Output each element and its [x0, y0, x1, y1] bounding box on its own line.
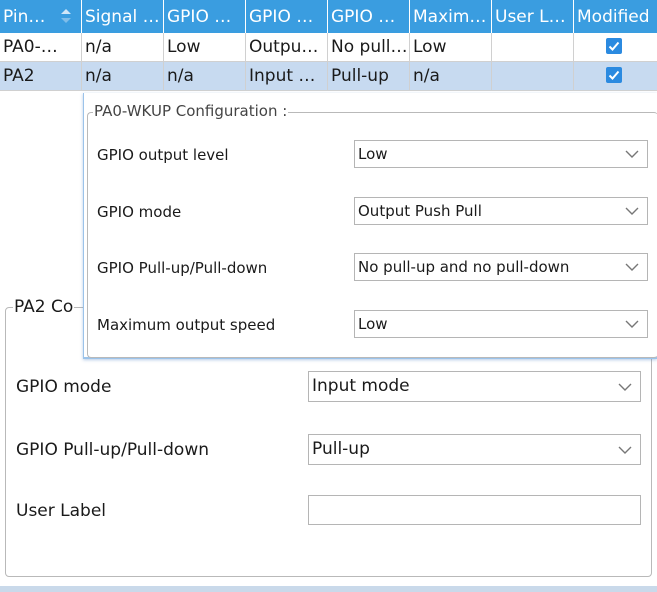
pa2-gpio-pull-select[interactable]: Pull-up — [308, 434, 641, 465]
checkmark-icon — [608, 70, 620, 80]
cell-gpio-level: n/a — [164, 62, 246, 91]
max-output-speed-select[interactable]: Low — [354, 310, 648, 338]
select-value: Output Push Pull — [358, 202, 482, 220]
select-value: Low — [358, 315, 388, 333]
column-header-label: Signal … — [85, 7, 160, 27]
pa2-gpio-pull-label: GPIO Pull-up/Pull-down — [16, 440, 210, 460]
gpio-output-level-select[interactable]: Low — [354, 140, 648, 168]
column-header-signal[interactable]: Signal … — [82, 0, 164, 33]
cell-signal: n/a — [82, 33, 164, 62]
column-header-label: Pin… — [3, 7, 46, 27]
pa2-configuration-title: PA2 Co — [13, 297, 75, 317]
column-header-max-speed[interactable]: Maxim… — [410, 0, 492, 33]
cell-gpio-level: Low — [164, 33, 246, 62]
column-header-label: User L… — [495, 7, 566, 27]
cell-signal: n/a — [82, 62, 164, 91]
chevron-down-icon — [618, 446, 632, 454]
cell-gpio-mode: Input … — [246, 62, 328, 91]
cell-pin: PA2 — [0, 62, 82, 91]
column-header-gpio-level[interactable]: GPIO … — [164, 0, 246, 33]
pa2-user-label-label: User Label — [16, 501, 107, 521]
max-output-speed-label: Maximum output speed — [97, 316, 276, 334]
column-header-user-label[interactable]: User L… — [492, 0, 574, 33]
column-header-label: Modified — [577, 7, 650, 27]
select-value: Input mode — [312, 376, 410, 396]
column-header-label: GPIO … — [167, 7, 232, 27]
cell-user-label — [492, 33, 574, 62]
modified-checkbox[interactable] — [606, 67, 622, 83]
column-header-gpio-pull[interactable]: GPIO … — [328, 0, 410, 33]
column-header-label: GPIO … — [331, 7, 396, 27]
select-value: Pull-up — [312, 439, 370, 459]
column-header-label: GPIO … — [249, 7, 314, 27]
chevron-down-icon — [625, 263, 639, 271]
pa2-gpio-mode-label: GPIO mode — [16, 377, 112, 397]
cell-user-label — [492, 62, 574, 91]
pa2-gpio-mode-select[interactable]: Input mode — [308, 371, 641, 402]
chevron-down-icon — [625, 207, 639, 215]
modified-checkbox[interactable] — [606, 38, 622, 54]
column-header-modified[interactable]: Modified — [574, 0, 657, 33]
table-row[interactable]: PA2 n/a n/a Input … Pull-up n/a — [0, 62, 657, 91]
pa0-wkup-configuration-title: PA0-WKUP Configuration : — [93, 102, 289, 120]
gpio-pull-label: GPIO Pull-up/Pull-down — [97, 259, 268, 277]
chevron-down-icon — [625, 150, 639, 158]
gpio-mode-select[interactable]: Output Push Pull — [354, 197, 648, 225]
column-header-gpio-mode[interactable]: GPIO … — [246, 0, 328, 33]
cell-gpio-pull: Pull-up — [328, 62, 410, 91]
gpio-pull-select[interactable]: No pull-up and no pull-down — [354, 253, 648, 281]
column-header-label: Maxim… — [413, 7, 487, 27]
cell-max-speed: Low — [410, 33, 492, 62]
select-value: No pull-up and no pull-down — [358, 258, 570, 276]
sort-icon — [61, 9, 71, 23]
chevron-down-icon — [625, 320, 639, 328]
table-header: Pin… Signal … GPIO … GPIO … GPIO … Maxim… — [0, 0, 657, 33]
gpio-output-level-label: GPIO output level — [97, 146, 229, 164]
checkmark-icon — [608, 41, 620, 51]
column-header-pin[interactable]: Pin… — [0, 0, 82, 33]
pa2-user-label-input[interactable] — [308, 495, 641, 525]
select-value: Low — [358, 145, 388, 163]
cell-gpio-mode: Outpu… — [246, 33, 328, 62]
table-row[interactable]: PA0-… n/a Low Outpu… No pull… Low — [0, 33, 657, 62]
cell-max-speed: n/a — [410, 62, 492, 91]
gpio-mode-label: GPIO mode — [97, 203, 182, 221]
cell-pin: PA0-… — [0, 33, 82, 62]
cell-gpio-pull: No pull… — [328, 33, 410, 62]
pa0-wkup-configuration-popup: PA0-WKUP Configuration : GPIO output lev… — [83, 93, 657, 359]
bottom-divider — [0, 586, 657, 592]
chevron-down-icon — [618, 383, 632, 391]
